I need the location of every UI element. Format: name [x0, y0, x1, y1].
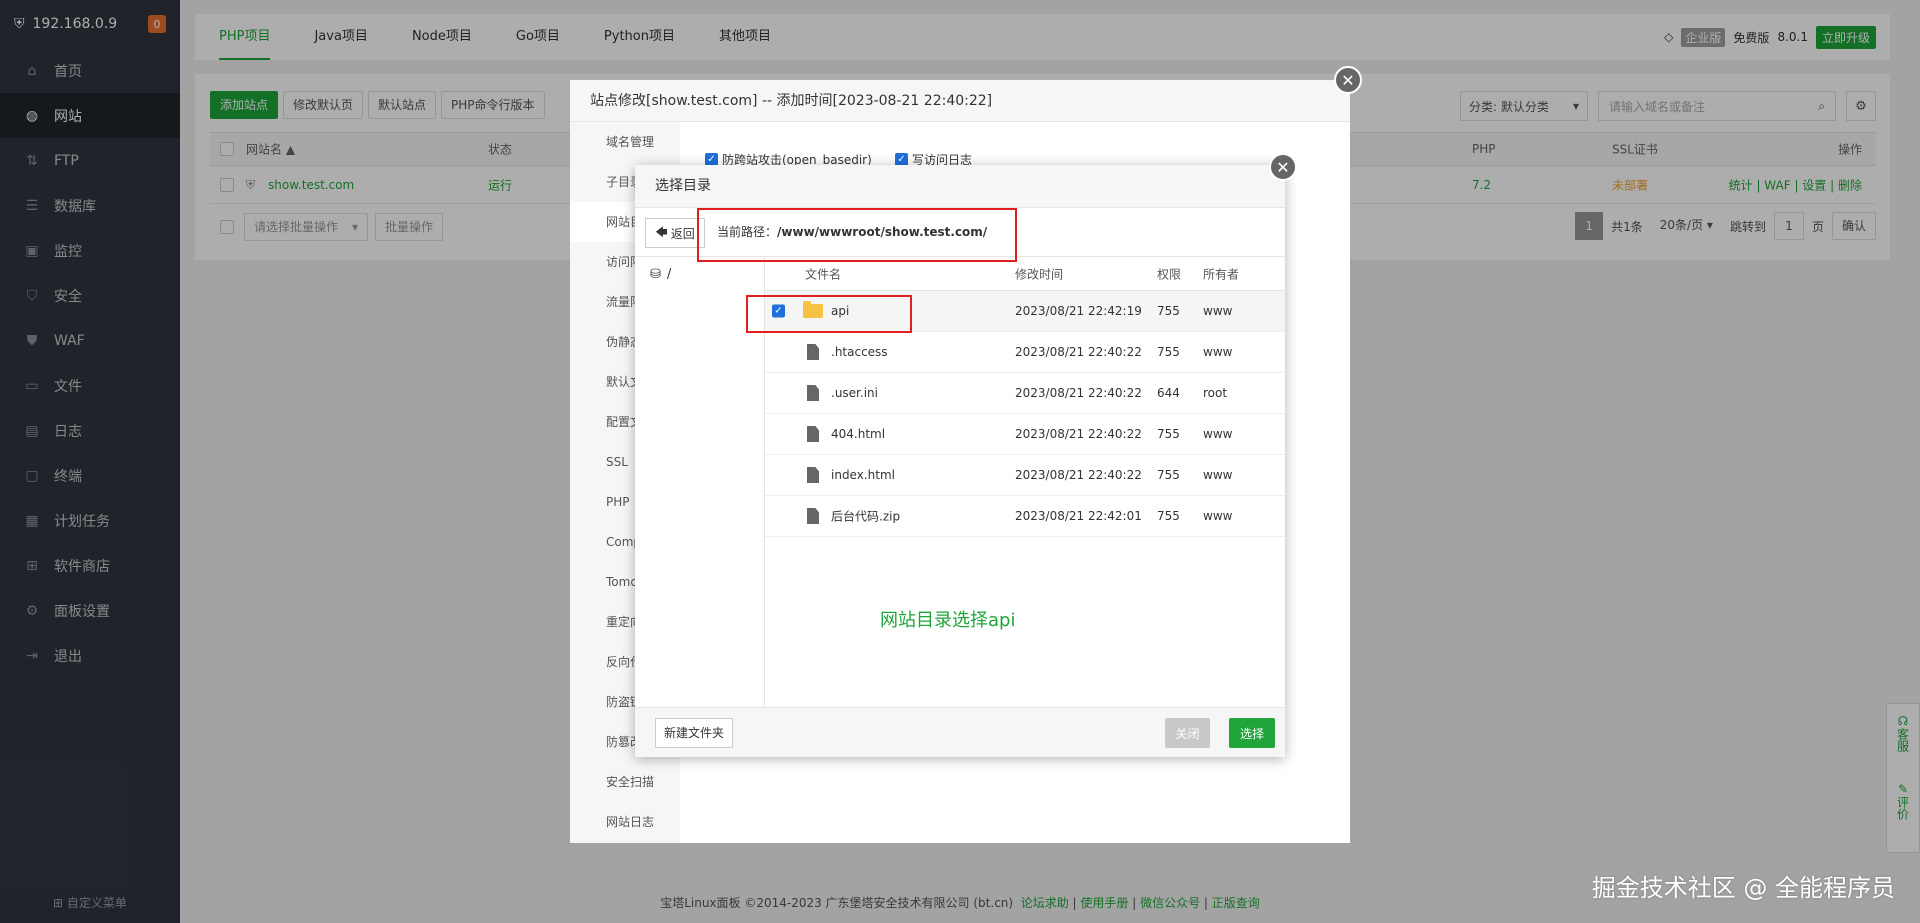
close-button[interactable]: 关闭	[1165, 718, 1210, 748]
new-folder-button[interactable]: 新建文件夹	[655, 718, 734, 748]
file-icon	[807, 426, 819, 442]
file-row[interactable]: index.html 2023/08/21 22:40:22 755 www	[765, 455, 1285, 496]
tree-root[interactable]: ⛁ /	[650, 267, 671, 282]
close-icon[interactable]: ✕	[1269, 153, 1297, 181]
watermark: 掘金技术社区 @ 全能程序员	[1591, 874, 1895, 902]
disk-icon: ⛁	[650, 267, 661, 282]
back-button[interactable]: 🡄 返回	[645, 218, 705, 248]
tab-site-log[interactable]: 网站日志	[570, 802, 680, 842]
tab-domain[interactable]: 域名管理	[570, 122, 680, 162]
select-button[interactable]: 选择	[1229, 718, 1275, 748]
file-row[interactable]: .htaccess 2023/08/21 22:40:22 755 www	[765, 332, 1285, 373]
api-highlight-box	[746, 295, 912, 333]
file-icon	[807, 344, 819, 360]
file-row[interactable]: 404.html 2023/08/21 22:40:22 755 www	[765, 414, 1285, 455]
modal-footer: 新建文件夹 关闭 选择	[635, 707, 1285, 757]
select-directory-title: 选择目录	[635, 165, 1285, 208]
file-row[interactable]: 后台代码.zip 2023/08/21 22:42:01 755 www	[765, 496, 1285, 537]
path-highlight-box	[697, 208, 1017, 262]
tab-security-scan[interactable]: 安全扫描	[570, 762, 680, 802]
close-icon[interactable]: ✕	[1334, 66, 1362, 94]
file-icon	[807, 467, 819, 483]
file-icon	[807, 508, 819, 524]
arrow-left-icon: 🡄	[655, 224, 668, 239]
file-icon	[807, 385, 819, 401]
file-list-header: 文件名 修改时间 权限 所有者	[765, 257, 1285, 291]
file-row[interactable]: .user.ini 2023/08/21 22:40:22 644 root	[765, 373, 1285, 414]
annotation-hint: 网站目录选择api	[880, 610, 1016, 631]
site-edit-title: 站点修改[show.test.com] -- 添加时间[2023-08-21 2…	[570, 80, 1350, 122]
